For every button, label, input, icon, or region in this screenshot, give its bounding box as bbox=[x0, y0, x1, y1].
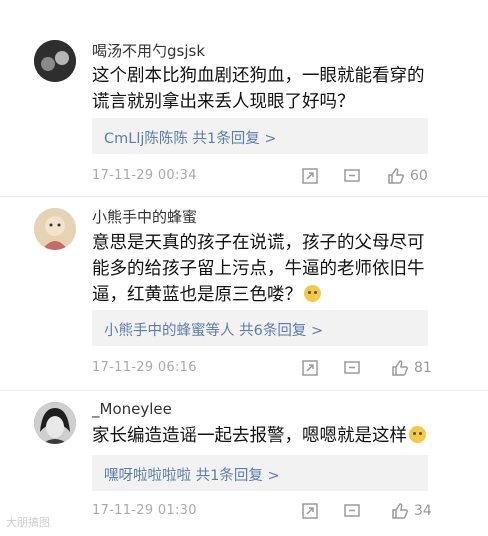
comment-line: 逼，红黄蓝也是原三色喽？ bbox=[92, 285, 302, 305]
comment-line: 能多的给孩子留上污点，牛逼的老师依旧牛 bbox=[92, 259, 425, 279]
like-count: 81 bbox=[414, 360, 432, 376]
avatar[interactable] bbox=[34, 402, 76, 444]
like-count: 60 bbox=[410, 168, 428, 184]
username[interactable]: 小熊手中的蜂蜜 bbox=[92, 206, 197, 227]
comment-text: 家长编造造谣一起去报警，嗯嗯就是这样 bbox=[92, 423, 442, 449]
divider bbox=[0, 390, 488, 391]
like-count: 34 bbox=[414, 503, 432, 519]
avatar[interactable] bbox=[34, 208, 76, 250]
crying-emoji-icon bbox=[304, 285, 321, 302]
avatar[interactable] bbox=[34, 40, 76, 82]
thumbs-up-icon[interactable] bbox=[390, 358, 410, 378]
timestamp: 17-11-29 01:30 bbox=[92, 503, 197, 518]
comment-meta: 17-11-29 00:34 60 bbox=[92, 166, 432, 188]
share-icon[interactable] bbox=[300, 501, 320, 521]
reply-link[interactable]: 小熊手中的蜂蜜等人 共6条回复 > bbox=[104, 319, 323, 340]
shy-emoji-icon bbox=[409, 426, 426, 443]
username[interactable]: _Moneylee bbox=[92, 400, 172, 418]
timestamp: 17-11-29 06:16 bbox=[92, 360, 197, 375]
reply-preview[interactable]: 小熊手中的蜂蜜等人 共6条回复 > bbox=[92, 310, 428, 346]
comment-line: 这个剧本比狗血剧还狗血，一眼就能看穿的 bbox=[92, 66, 425, 86]
comment-icon[interactable] bbox=[342, 501, 362, 521]
divider bbox=[0, 196, 488, 197]
comment-line: 意思是天真的孩子在说谎，孩子的父母尽可 bbox=[92, 233, 425, 253]
comment-line: 谎言就别拿出来丢人现眼了好吗？ bbox=[92, 92, 355, 112]
comment-meta: 17-11-29 01:30 34 bbox=[92, 501, 432, 523]
comment-text: 意思是天真的孩子在说谎，孩子的父母尽可 能多的给孩子留上污点，牛逼的老师依旧牛 … bbox=[92, 230, 442, 308]
comment-text: 这个剧本比狗血剧还狗血，一眼就能看穿的 谎言就别拿出来丢人现眼了好吗？ bbox=[92, 63, 442, 115]
reply-preview[interactable]: CmLlj陈陈陈 共1条回复 > bbox=[92, 118, 428, 154]
thumbs-up-icon[interactable] bbox=[390, 501, 410, 521]
timestamp: 17-11-29 00:34 bbox=[92, 168, 197, 183]
comment-line: 家长编造造谣一起去报警，嗯嗯就是这样 bbox=[92, 426, 407, 446]
username[interactable]: 喝汤不用勺gsjsk bbox=[92, 40, 205, 61]
thumbs-up-icon[interactable] bbox=[386, 166, 406, 186]
watermark: 大朋搞图 bbox=[6, 516, 50, 529]
reply-link[interactable]: 嘿呀啦啦啦啦 共1条回复 > bbox=[104, 464, 280, 485]
reply-preview[interactable]: 嘿呀啦啦啦啦 共1条回复 > bbox=[92, 455, 428, 491]
reply-link[interactable]: CmLlj陈陈陈 共1条回复 > bbox=[104, 127, 276, 148]
comment-icon[interactable] bbox=[342, 166, 362, 186]
share-icon[interactable] bbox=[300, 166, 320, 186]
comment-meta: 17-11-29 06:16 81 bbox=[92, 358, 432, 380]
share-icon[interactable] bbox=[300, 358, 320, 378]
comment-icon[interactable] bbox=[342, 358, 362, 378]
